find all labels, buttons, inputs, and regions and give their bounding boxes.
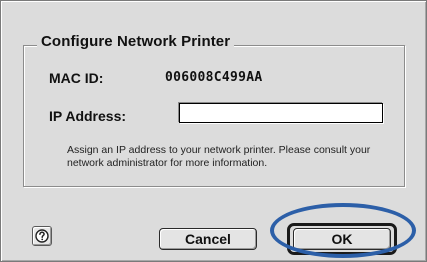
- ok-button[interactable]: OK: [293, 228, 391, 250]
- instruction-text: Assign an IP address to your network pri…: [67, 144, 371, 169]
- mac-id-label: MAC ID:: [49, 70, 104, 86]
- help-button[interactable]: [32, 226, 52, 246]
- cancel-button[interactable]: Cancel: [159, 228, 257, 250]
- mac-id-value: 006008C499AA: [165, 70, 263, 85]
- ip-address-label: IP Address:: [49, 108, 127, 124]
- configure-printer-dialog: Configure Network Printer MAC ID: 006008…: [0, 0, 427, 262]
- question-mark-icon: [35, 229, 49, 243]
- ip-address-input[interactable]: [179, 103, 383, 123]
- group-title: Configure Network Printer: [37, 33, 235, 50]
